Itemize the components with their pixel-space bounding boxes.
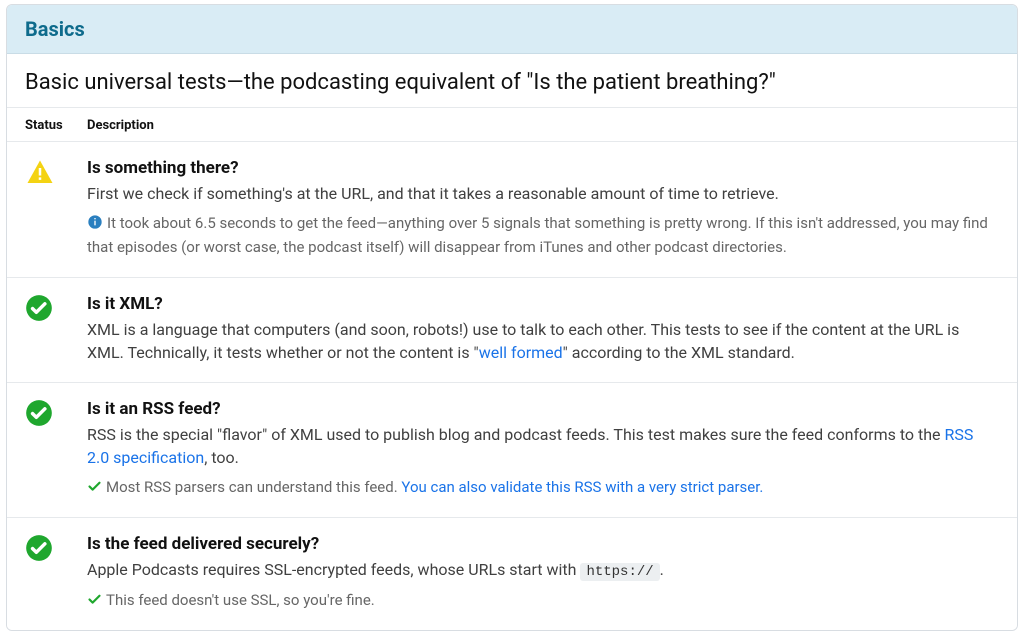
- panel-title: Basics: [25, 17, 999, 41]
- check-row: Is it an RSS feed? RSS is the special "f…: [7, 383, 1017, 518]
- body-text-post: .: [660, 560, 664, 579]
- note-text-pre: Most RSS parsers can understand this fee…: [106, 478, 401, 496]
- check-icon: [87, 592, 102, 607]
- body-text-pre: RSS is the special "flavor" of XML used …: [87, 425, 945, 444]
- check-body: XML is a language that computers (and so…: [87, 318, 999, 364]
- check-icon: [87, 479, 102, 494]
- panel-header: Basics: [7, 5, 1017, 54]
- column-header-status: Status: [25, 118, 87, 133]
- checks-list: Is something there? First we check if so…: [7, 142, 1017, 630]
- description-cell: Is it an RSS feed? RSS is the special "f…: [87, 399, 999, 499]
- note-text: This feed doesn't use SSL, so you're fin…: [106, 591, 375, 609]
- body-text-pre: Apple Podcasts requires SSL-encrypted fe…: [87, 560, 580, 579]
- status-cell: [25, 294, 87, 364]
- success-icon: [25, 399, 87, 427]
- status-cell: [25, 158, 87, 259]
- check-note: This feed doesn't use SSL, so you're fin…: [87, 590, 999, 612]
- check-title: Is it XML?: [87, 294, 999, 314]
- status-cell: [25, 399, 87, 499]
- https-code: https://: [580, 563, 659, 581]
- basics-panel: Basics Basic universal tests—the podcast…: [6, 4, 1018, 631]
- check-note: Most RSS parsers can understand this fee…: [87, 477, 999, 499]
- column-header-description: Description: [87, 118, 999, 133]
- check-body: Apple Podcasts requires SSL-encrypted fe…: [87, 558, 999, 582]
- description-cell: Is it XML? XML is a language that comput…: [87, 294, 999, 364]
- warning-icon: [25, 158, 87, 188]
- table-header: Status Description: [7, 108, 1017, 142]
- description-cell: Is something there? First we check if so…: [87, 158, 999, 259]
- body-text-post: " according to the XML standard.: [563, 343, 795, 362]
- check-title: Is it an RSS feed?: [87, 399, 999, 419]
- check-body: RSS is the special "flavor" of XML used …: [87, 423, 999, 469]
- description-cell: Is the feed delivered securely? Apple Po…: [87, 534, 999, 612]
- check-row: Is the feed delivered securely? Apple Po…: [7, 518, 1017, 630]
- body-text-post: , too.: [204, 448, 239, 467]
- check-row: Is something there? First we check if so…: [7, 142, 1017, 278]
- check-body: First we check if something's at the URL…: [87, 182, 999, 205]
- well-formed-link[interactable]: well formed: [479, 343, 563, 362]
- check-note: It took about 6.5 seconds to get the fee…: [87, 213, 999, 259]
- check-title: Is the feed delivered securely?: [87, 534, 999, 554]
- status-cell: [25, 534, 87, 612]
- panel-subtitle: Basic universal tests—the podcasting equ…: [7, 54, 1017, 108]
- note-text: It took about 6.5 seconds to get the fee…: [87, 214, 988, 256]
- success-icon: [25, 534, 87, 562]
- check-row: Is it XML? XML is a language that comput…: [7, 278, 1017, 383]
- check-title: Is something there?: [87, 158, 999, 178]
- info-icon: [87, 214, 103, 237]
- strict-parser-link[interactable]: You can also validate this RSS with a ve…: [401, 478, 763, 496]
- success-icon: [25, 294, 87, 322]
